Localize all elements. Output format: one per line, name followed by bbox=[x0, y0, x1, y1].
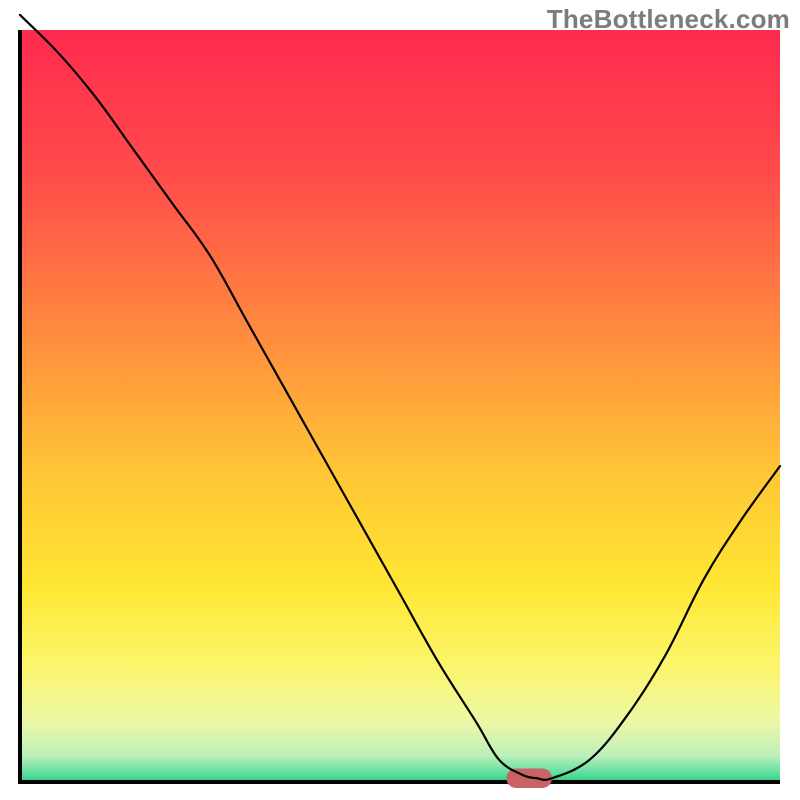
chart-gradient-background bbox=[20, 30, 780, 782]
bottleneck-chart bbox=[0, 0, 800, 800]
